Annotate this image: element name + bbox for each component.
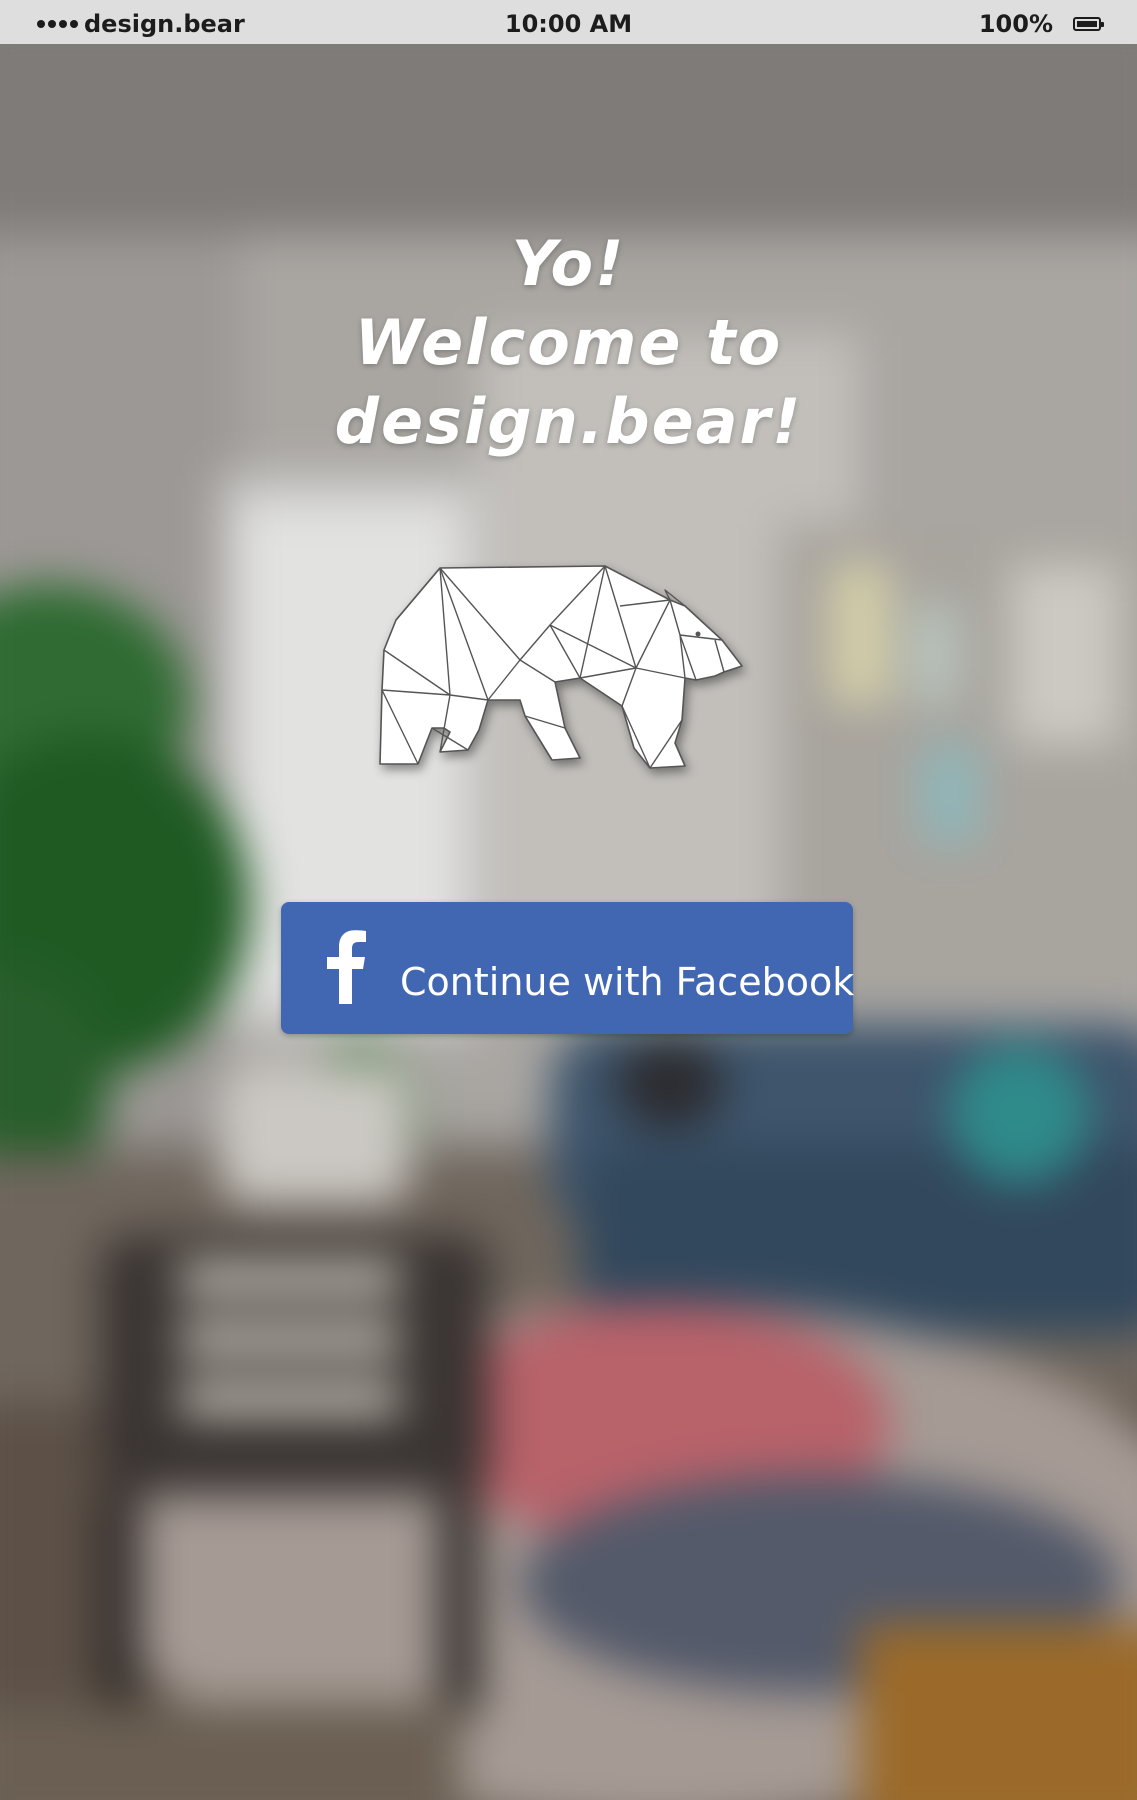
battery-full-icon (1073, 17, 1104, 31)
welcome-line-3: design.bear! (334, 385, 803, 458)
continue-with-facebook-button[interactable]: Continue with Facebook (281, 902, 855, 1034)
status-battery-group: 100% (978, 10, 1104, 38)
status-time: 10:00 AM (504, 10, 633, 38)
welcome-line-1: Yo! (511, 227, 626, 300)
bear-eye (695, 631, 701, 637)
bear-logo-icon (379, 565, 743, 769)
welcome-line-2: Welcome to (354, 306, 783, 379)
origami-bear-logo (379, 560, 750, 776)
welcome-heading: Yo! Welcome to design.bear! (0, 224, 1137, 461)
facebook-f-icon (327, 930, 366, 1004)
facebook-button-label: Continue with Facebook (400, 960, 855, 1004)
status-bar: design.bear 10:00 AM 100% (0, 0, 1137, 44)
battery-percent: 100% (978, 10, 1053, 38)
